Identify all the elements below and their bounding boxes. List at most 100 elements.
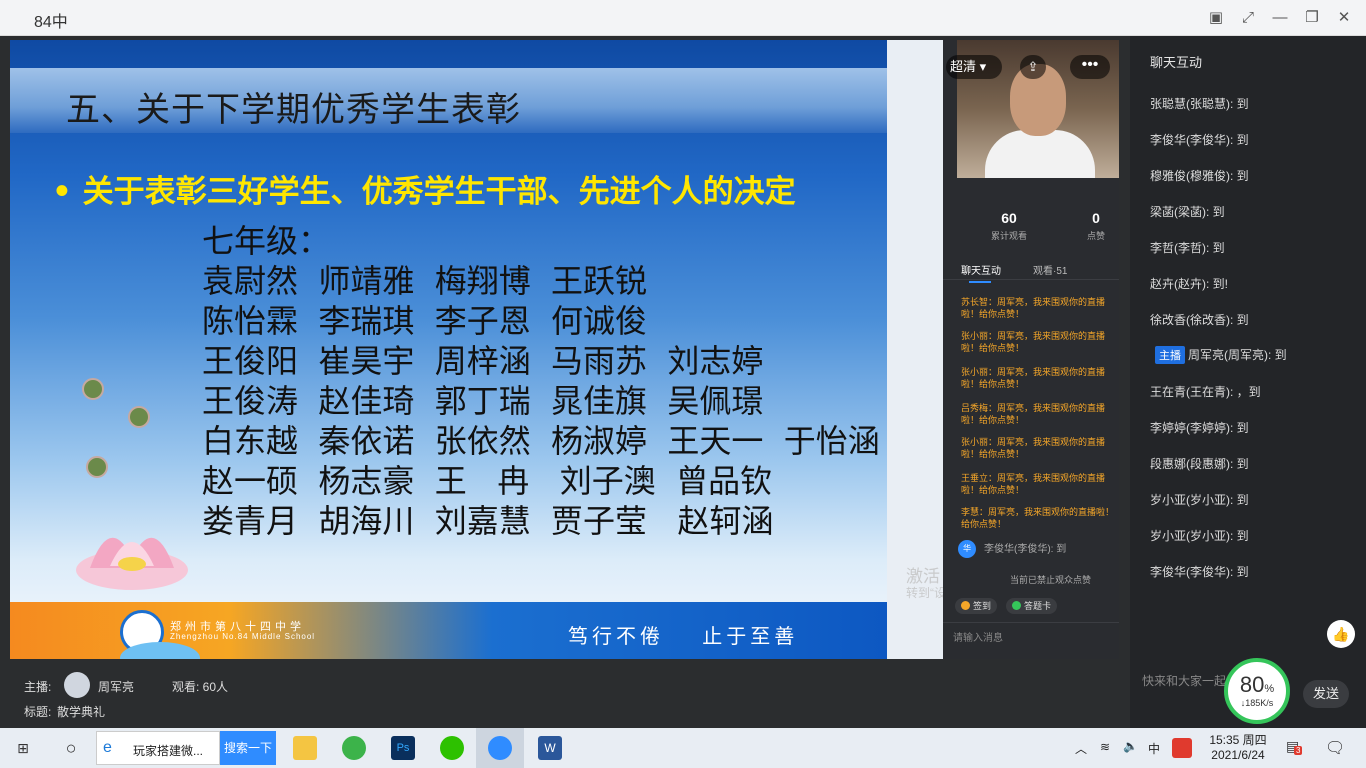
chat-message: 张聪慧(张聪慧): 到 — [1150, 97, 1249, 111]
chat-header: 聊天互动 — [1150, 55, 1203, 70]
more-icon[interactable]: ••• — [1070, 55, 1110, 79]
checkin-label: 签到 — [973, 601, 992, 611]
chat-message: 岁小亚(岁小亚): 到 — [1150, 529, 1249, 543]
window-title: 84中 — [34, 14, 68, 31]
title-label: 标题: — [24, 705, 52, 719]
live-app-icon — [488, 736, 512, 760]
school-name-en: Zhengzhou No.84 Middle School — [170, 632, 316, 641]
lotus-pod-icon — [86, 456, 108, 478]
slide-bullet: • 关于表彰三好学生、优秀学生干部、先进个人的决定 — [52, 174, 796, 210]
total-views-stat: 60 累计观看 — [974, 210, 1044, 242]
title-bar: 84中 ▣ ⤢ — ❐ ✕ — [0, 0, 1366, 36]
live-last-message-text: 李俊华(李俊华): 到 — [984, 544, 1067, 555]
gauge-speed: ↓185K/s — [1240, 698, 1274, 708]
chevron-down-icon: ▾ — [979, 59, 987, 74]
chat-message: 段惠娜(段惠娜): 到 — [1150, 457, 1249, 471]
likes-count: 0 — [1092, 210, 1100, 226]
live-message: 苏长智：周军亮，我来围观你的直播啦！给你点赞！ — [961, 297, 1106, 319]
volume-icon[interactable]: 🔈 — [1123, 739, 1138, 753]
taskbar: ⊞ ○ e 玩家搭建微... 搜索一下 Ps W ︿ ≋ 🔈 中 15:35 周… — [0, 728, 1366, 768]
tab-viewers[interactable]: 观看·51 — [1033, 262, 1067, 277]
browser-360-icon[interactable] — [342, 736, 366, 760]
word-icon[interactable]: W — [538, 736, 562, 760]
start-button[interactable]: ⊞ — [0, 728, 46, 768]
lotus-illustration — [70, 508, 190, 598]
live-message: 王垂立：周军亮，我来围观你的直播啦！给你点赞！ — [961, 473, 1106, 495]
total-views-label: 累计观看 — [990, 231, 1027, 241]
quality-select[interactable]: 超清 ▾ — [946, 55, 1002, 79]
wechat-icon[interactable] — [440, 736, 464, 760]
ime-indicator[interactable]: 中 — [1148, 740, 1160, 757]
send-button[interactable]: 发送 — [1303, 680, 1349, 708]
tray-expand-icon[interactable]: ︿ — [1075, 740, 1087, 757]
chat-message: 李婷婷(李婷婷): 到 — [1150, 421, 1249, 435]
close-icon[interactable]: ✕ — [1332, 6, 1356, 30]
chat-message-text: 周军亮(周军亮): 到 — [1188, 348, 1287, 362]
share-icon[interactable]: ⇪ — [1020, 55, 1046, 79]
pip-icon[interactable]: ▣ — [1204, 6, 1228, 30]
presentation-slide: 五、关于下学期优秀学生表彰 • 关于表彰三好学生、优秀学生干部、先进个人的决定 … — [10, 40, 887, 659]
host-badge: 主播 — [1155, 346, 1185, 364]
lotus-pod-icon — [82, 378, 104, 400]
live-message: 李慧：周军亮，我来围观你的直播啦！给你点赞！ — [961, 507, 1115, 529]
live-app-taskbar-item[interactable] — [476, 728, 524, 768]
stream-title: 散学典礼 — [57, 705, 106, 719]
action-center-icon[interactable]: 🗨 — [1325, 738, 1345, 758]
clock-date: 2021/6/24 — [1211, 748, 1265, 762]
total-views-count: 60 — [1001, 210, 1017, 226]
checkin-icon — [961, 601, 970, 610]
checkin-button[interactable]: 签到 — [955, 598, 998, 614]
live-message: 张小丽：周军亮，我来围观你的直播啦！给你点赞！ — [961, 437, 1106, 459]
live-tabs: 聊天互动 观看·51 — [943, 258, 1119, 283]
chat-message: 王在青(王在青): ，到 — [1150, 385, 1261, 399]
live-message-input[interactable]: 请输入消息 — [943, 622, 1119, 648]
chat-message: 李俊华(李俊华): 到 — [1150, 133, 1249, 147]
chat-input[interactable]: 快来和大家一起 — [1142, 672, 1226, 689]
host-camera-figure — [985, 130, 1095, 178]
notification-badge: 3 — [1294, 746, 1303, 755]
minimize-icon[interactable]: — — [1268, 6, 1292, 30]
sogou-icon[interactable] — [1172, 738, 1192, 758]
chat-message: 梁菡(梁菡): 到 — [1150, 205, 1225, 219]
slide-heading: 五、关于下学期优秀学生表彰 — [66, 90, 521, 130]
app-root: 84中 ▣ ⤢ — ❐ ✕ 五、关于下学期优秀学生表彰 • 关于表彰三好学生、优… — [0, 0, 1366, 768]
live-message: 吕秀梅：周军亮，我来围观你的直播啦！给你点赞！ — [961, 403, 1106, 425]
lotus-pod-icon — [128, 406, 150, 428]
viewers-count: 观看: 60人 — [172, 680, 229, 694]
file-explorer-icon[interactable] — [293, 736, 317, 760]
chat-message: 岁小亚(岁小亚): 到 — [1150, 493, 1249, 507]
likes-label: 点赞 — [1086, 231, 1105, 241]
like-disabled-notice: 当前已禁止观众点赞 — [1010, 575, 1092, 585]
chat-message: 主播 周军亮(周军亮): 到 — [1155, 346, 1287, 364]
avatar — [64, 672, 90, 698]
thumbs-up-icon[interactable]: 👍 — [1327, 620, 1355, 648]
tab-chat[interactable]: 聊天互动 — [961, 262, 1001, 283]
fullscreen-icon[interactable]: ⤢ — [1236, 6, 1260, 30]
browser-taskbar-item[interactable]: e 玩家搭建微... — [96, 731, 220, 765]
chat-message: 穆雅俊(穆雅俊): 到 — [1150, 169, 1249, 183]
ie-icon: e — [103, 739, 112, 756]
live-message: 张小丽：周军亮，我来围观你的直播啦！给你点赞！ — [961, 331, 1106, 353]
clock-time: 15:35 周四 — [1209, 733, 1267, 747]
photoshop-icon[interactable]: Ps — [391, 736, 415, 760]
answer-card-button[interactable]: 答题卡 — [1006, 598, 1058, 614]
wifi-icon[interactable]: ≋ — [1100, 740, 1110, 754]
live-last-message: 华李俊华(李俊华): 到 — [958, 540, 1067, 559]
gauge-percent: 80 — [1239, 672, 1265, 697]
name-row: 娄青月 胡海川 刘嘉慧 贾子莹 赵轲涵 — [202, 502, 774, 540]
avatar: 华 — [958, 540, 976, 559]
search-button[interactable]: 搜索一下 — [220, 731, 276, 765]
chat-message: 李俊华(李俊华): 到 — [1150, 565, 1249, 579]
gauge-unit: % — [1264, 683, 1275, 695]
likes-stat: 0 点赞 — [1061, 210, 1131, 242]
live-message: 张小丽：周军亮，我来围观你的直播啦！给你点赞！ — [961, 367, 1106, 389]
restore-icon[interactable]: ❐ — [1300, 6, 1324, 30]
clock[interactable]: 15:35 周四 2021/6/24 — [1200, 731, 1276, 762]
notification-icon[interactable]: ▤ 3 — [1286, 738, 1303, 756]
answer-card-icon — [1012, 601, 1021, 610]
browser-title: 玩家搭建微... — [133, 744, 204, 758]
search-icon[interactable]: ○ — [50, 728, 92, 768]
chat-message: 李哲(李哲): 到 — [1150, 241, 1225, 255]
chat-message: 赵卉(赵卉): 到! — [1150, 277, 1228, 291]
answer-card-label: 答题卡 — [1024, 601, 1052, 611]
